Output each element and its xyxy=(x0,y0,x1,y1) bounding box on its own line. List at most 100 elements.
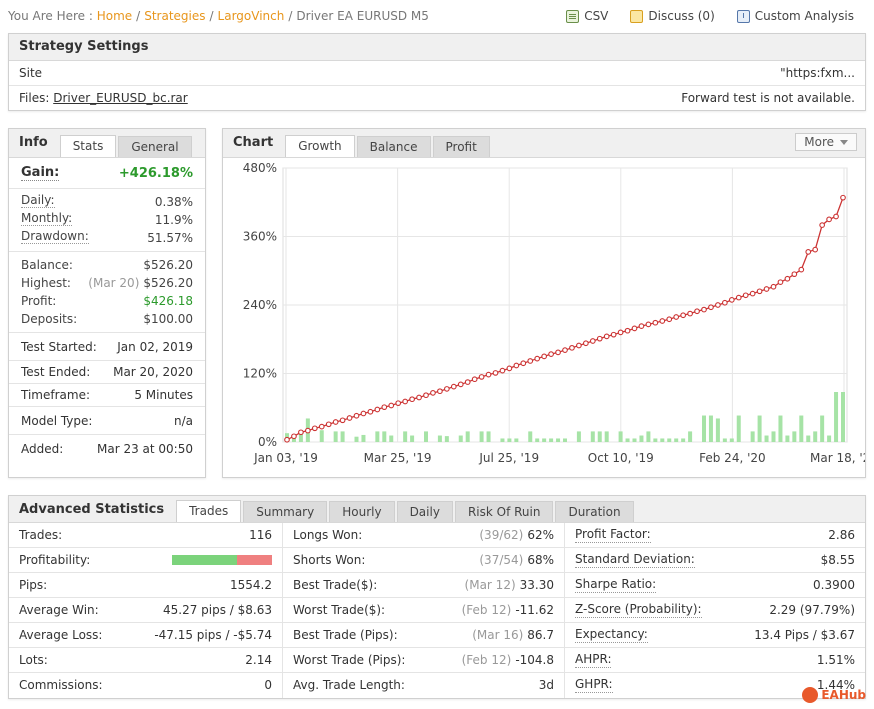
longs-won-label: Longs Won: xyxy=(293,528,363,542)
breadcrumb-strategies[interactable]: Strategies xyxy=(144,9,205,23)
growth-point xyxy=(367,408,374,415)
daily-label: Daily: xyxy=(21,193,55,208)
files-label: Files: xyxy=(19,91,50,105)
tab-stats[interactable]: Stats xyxy=(59,135,117,157)
volume-bar xyxy=(507,438,512,442)
info-header: Info Stats General xyxy=(9,129,205,158)
commissions-label: Commissions: xyxy=(19,678,103,692)
custom-analysis-link[interactable]: Custom Analysis xyxy=(736,9,854,23)
growth-point xyxy=(791,271,798,278)
growth-point xyxy=(652,319,659,326)
volume-bar xyxy=(465,431,470,442)
growth-point xyxy=(562,347,568,353)
longs-won-ratio: (39/62) xyxy=(479,528,524,542)
discuss-link[interactable]: Discuss (0) xyxy=(630,9,715,23)
volume-bar xyxy=(792,431,797,442)
volume-bar xyxy=(736,415,741,442)
more-dropdown[interactable]: More xyxy=(795,133,857,151)
growth-point xyxy=(666,316,673,323)
tab-growth[interactable]: Growth xyxy=(285,135,355,157)
deposits-value: $100.00 xyxy=(143,312,193,326)
stat-row: Avg. Trade Length: 3d xyxy=(283,673,564,698)
pips-value: 1554.2 xyxy=(230,578,272,592)
breadcrumb-home[interactable]: Home xyxy=(97,9,132,23)
stat-row: Average Win: 45.27 pips / $8.63 xyxy=(9,598,282,623)
tab-daily[interactable]: Daily xyxy=(396,501,453,522)
volume-bar xyxy=(597,431,602,442)
best-trade-pips-cell: (Mar 16) 86.7 xyxy=(472,623,554,647)
lots-value: 2.14 xyxy=(245,653,272,667)
volume-bar xyxy=(708,415,713,442)
x-tick-label: Oct 10, '19 xyxy=(588,451,654,465)
stat-row: Profitability: xyxy=(9,548,282,573)
advanced-columns: Trades: 116 Profitability: Pips: 1554.2 Av… xyxy=(9,523,865,698)
y-tick-label: 480% xyxy=(243,161,277,175)
tab-balance[interactable]: Balance xyxy=(356,136,431,157)
growth-point xyxy=(624,327,631,334)
breadcrumb: You Are Here : Home / Strategies / LargoVinc… xyxy=(8,9,429,23)
tab-summary[interactable]: Summary xyxy=(243,501,328,522)
tab-profit[interactable]: Profit xyxy=(432,136,490,157)
volume-bar xyxy=(667,438,672,442)
growth-point xyxy=(395,400,402,407)
best-trade-pips-date: (Mar 16) xyxy=(472,628,524,642)
avg-trade-length-value: 3d xyxy=(538,678,554,692)
growth-point xyxy=(687,310,693,317)
volume-bar xyxy=(632,438,637,442)
x-tick-label: Mar 18, '20 xyxy=(810,451,865,465)
growth-point xyxy=(527,358,534,364)
breadcrumb-author[interactable]: LargoVinch xyxy=(218,9,285,23)
top-bar: You Are Here : Home / Strategies / LargoVinc… xyxy=(0,0,874,32)
growth-point xyxy=(583,340,589,347)
stat-row: Commissions: 0 xyxy=(9,673,282,698)
tab-risk-of-ruin[interactable]: Risk Of Ruin xyxy=(454,501,554,522)
worst-trade-usd-label: Worst Trade($): xyxy=(293,603,386,617)
highest-value: $526.20 xyxy=(143,276,193,290)
tab-duration[interactable]: Duration xyxy=(555,501,634,522)
volume-bar xyxy=(410,435,415,442)
profit-factor-value: 2.86 xyxy=(828,528,855,542)
volume-bar xyxy=(576,431,581,442)
growth-point xyxy=(353,412,360,419)
growth-point xyxy=(742,292,749,299)
drawdown-value: 51.57% xyxy=(147,231,193,245)
tab-general[interactable]: General xyxy=(118,136,192,157)
best-trade-pips-label: Best Trade (Pips): xyxy=(293,628,398,642)
x-tick-label: Mar 25, '19 xyxy=(364,451,432,465)
volume-bar xyxy=(542,438,547,442)
tab-trades[interactable]: Trades xyxy=(176,500,242,522)
chart-tabs: Growth Balance Profit xyxy=(283,129,490,157)
worst-trade-pips-label: Worst Trade (Pips): xyxy=(293,653,406,667)
growth-point xyxy=(311,425,318,432)
growth-point xyxy=(325,421,332,428)
growth-point xyxy=(437,388,443,395)
growth-point xyxy=(589,338,596,344)
growth-point xyxy=(374,406,381,413)
growth-point xyxy=(506,365,513,372)
growth-point xyxy=(485,371,492,378)
info-tabs: Stats General xyxy=(58,129,192,157)
worst-trade-pips-cell: (Feb 12) -104.8 xyxy=(462,648,554,672)
growth-point xyxy=(457,381,464,388)
volume-bar xyxy=(382,431,387,442)
stat-row: Standard Deviation: $8.55 xyxy=(565,548,865,573)
volume-bar xyxy=(500,438,505,442)
longs-won-value: 62% xyxy=(527,528,554,542)
files-download-link[interactable]: Driver_EURUSD_bc.rar xyxy=(53,91,188,105)
stat-row: Lots: 2.14 xyxy=(9,648,282,673)
tab-hourly[interactable]: Hourly xyxy=(329,501,395,522)
volume-bar xyxy=(486,431,491,442)
volume-bar xyxy=(653,438,658,442)
growth-point xyxy=(318,423,325,430)
growth-point xyxy=(617,329,624,336)
stat-row: Best Trade (Pips): (Mar 16) 86.7 xyxy=(283,623,564,648)
volume-bar xyxy=(639,435,644,442)
growth-point xyxy=(833,213,839,220)
csv-link[interactable]: CSV xyxy=(566,9,608,23)
standard-deviation-label: Standard Deviation: xyxy=(575,552,695,568)
longs-won-cell: (39/62) 62% xyxy=(479,523,554,547)
pips-label: Pips: xyxy=(19,578,48,592)
volume-bar xyxy=(806,435,811,442)
worst-trade-pips-date: (Feb 12) xyxy=(461,653,512,667)
growth-point xyxy=(673,314,680,320)
